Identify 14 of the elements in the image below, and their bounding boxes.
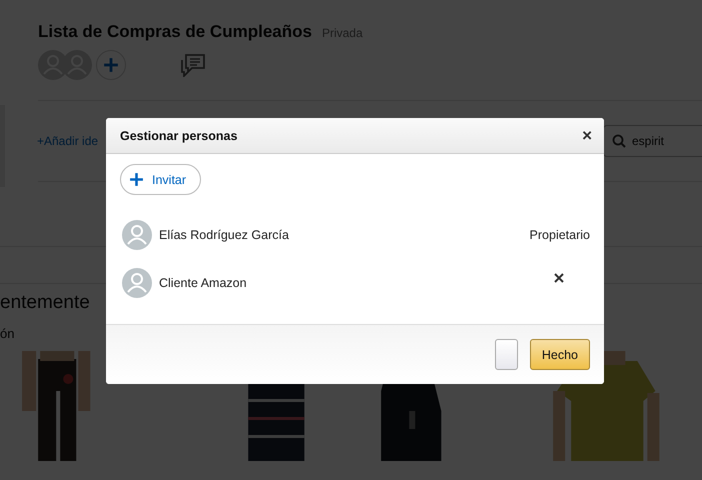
plus-icon [129, 172, 144, 187]
person-name: Elías Rodríguez García [159, 228, 289, 242]
blank-button[interactable] [494, 339, 518, 370]
done-button[interactable]: Hecho [530, 339, 590, 370]
section-heading: entemente [0, 292, 91, 314]
section-subheading: ón [0, 326, 16, 341]
dialog-title: Gestionar personas [120, 128, 238, 142]
role-label: Propietario [530, 228, 590, 242]
person-name: Cliente Amazon [159, 276, 247, 290]
invite-button[interactable]: Invitar [120, 164, 202, 195]
list-title: Lista de Compras de Cumpleaños [38, 22, 312, 42]
close-button[interactable]: × [582, 126, 592, 146]
avatar-icon [122, 220, 152, 250]
avatar-icon [122, 268, 152, 298]
